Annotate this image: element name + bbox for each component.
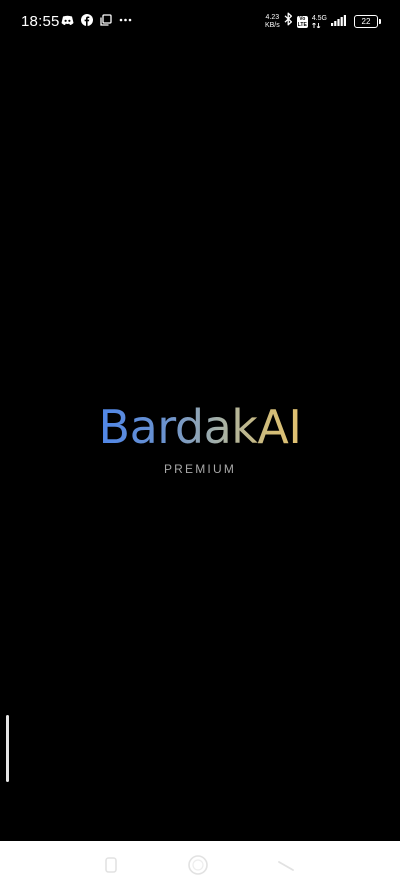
copy-icon — [100, 14, 112, 26]
status-bar: 18:55 4.23 KB/s Vo LTE 4.5G 22 — [0, 0, 400, 44]
notification-icons — [61, 14, 132, 26]
splash-screen: 18:55 4.23 KB/s Vo LTE 4.5G 22 BardakAI … — [0, 0, 400, 889]
back-icon — [278, 861, 294, 871]
system-status-icons: 4.23 KB/s Vo LTE 4.5G 22 — [265, 12, 381, 31]
app-title: BardakAI — [98, 400, 302, 454]
splash-branding: BardakAI PREMIUM — [0, 398, 400, 476]
more-dots-icon — [119, 18, 132, 22]
facebook-icon — [81, 14, 93, 26]
app-subtitle: PREMIUM — [163, 462, 237, 476]
scroll-indicator — [6, 715, 9, 782]
status-time: 18:55 — [21, 13, 60, 30]
back-button[interactable] — [275, 854, 297, 876]
bluetooth-icon — [284, 12, 293, 31]
signal-icon — [331, 13, 346, 31]
network-speed-unit: KB/s — [264, 21, 280, 29]
network-speed: 4.23 KB/s — [265, 14, 280, 30]
battery-indicator: 22 — [354, 15, 381, 28]
data-arrows-icon — [311, 23, 321, 28]
recents-icon — [105, 857, 117, 873]
network-type: 4.5G — [312, 15, 327, 28]
network-speed-value: 4.23 — [265, 13, 280, 21]
recents-button[interactable] — [100, 854, 122, 876]
volte-badge: Vo LTE — [296, 15, 308, 28]
navigation-bar — [0, 841, 400, 889]
discord-icon — [61, 15, 74, 26]
network-type-label: 4.5G — [311, 15, 327, 22]
home-button[interactable] — [187, 854, 209, 876]
home-icon — [188, 855, 208, 875]
